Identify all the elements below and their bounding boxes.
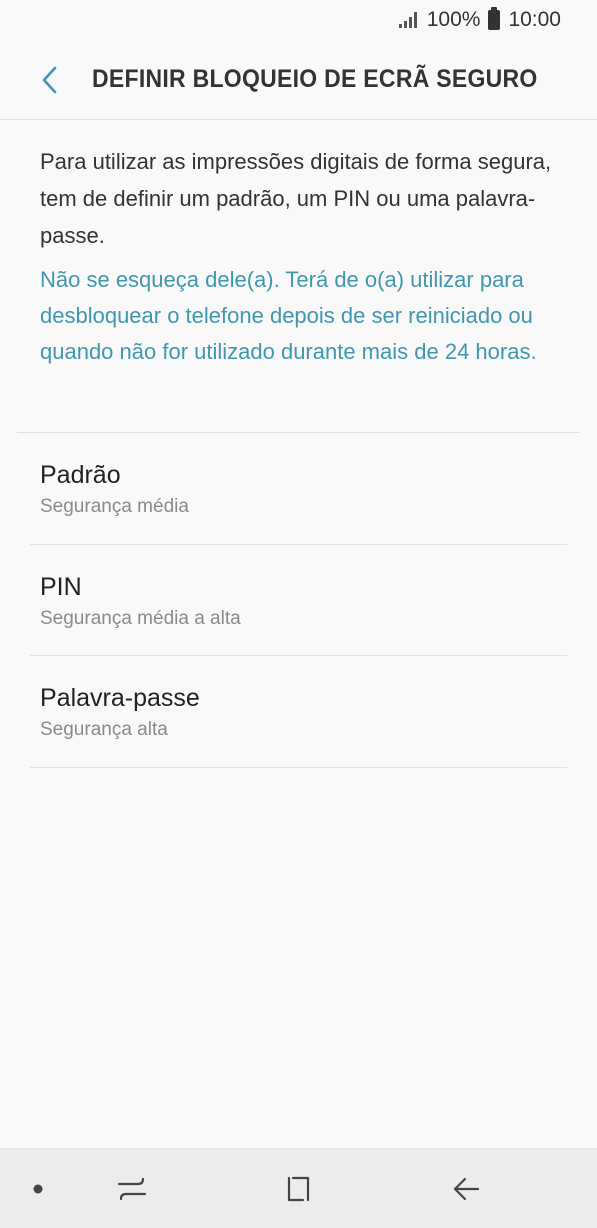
option-subtitle: Segurança alta [40, 719, 168, 740]
option-title: Palavra-passe [40, 684, 200, 712]
back-button[interactable] [20, 50, 80, 110]
signal-icon [398, 12, 417, 28]
battery-icon [488, 7, 501, 30]
status-bar: 100% 10:00 [0, 0, 597, 40]
chevron-left-icon [42, 66, 57, 93]
option-subtitle: Segurança média [40, 496, 189, 517]
description-text: Para utilizar as impressões digitais de … [40, 149, 552, 248]
navigation-bar [0, 1148, 597, 1228]
screen: 100% 10:00 DEFINIR BLOQUEIO DE ECRÃ SEGU… [0, 0, 597, 1228]
battery-percent: 100% [426, 8, 481, 31]
app-bar: DEFINIR BLOQUEIO DE ECRÃ SEGURO [0, 40, 597, 120]
recents-icon [117, 1177, 147, 1201]
option-pattern[interactable]: Padrão Segurança média [30, 433, 567, 545]
option-title: PIN [40, 572, 82, 601]
back-arrow-icon [453, 1177, 480, 1201]
warning-text: Não se esqueça dele(a). Terá de o(a) uti… [40, 267, 537, 364]
option-password[interactable]: Palavra-passe Segurança alta [30, 656, 567, 768]
recents-button[interactable] [100, 1149, 164, 1228]
nav-dot-button[interactable] [18, 1149, 58, 1228]
option-subtitle: Segurança média a alta [40, 607, 241, 629]
option-pin[interactable]: PIN Segurança média a alta [30, 545, 567, 656]
dot-icon [33, 1184, 43, 1194]
lock-options-list: Padrão Segurança média PIN Segurança méd… [30, 433, 567, 768]
nav-back-button[interactable] [434, 1149, 498, 1228]
option-title: Padrão [40, 461, 121, 489]
home-button[interactable] [266, 1149, 330, 1228]
page-title: DEFINIR BLOQUEIO DE ECRÃ SEGURO [92, 65, 538, 93]
home-icon [287, 1176, 310, 1202]
clock: 10:00 [508, 8, 561, 31]
